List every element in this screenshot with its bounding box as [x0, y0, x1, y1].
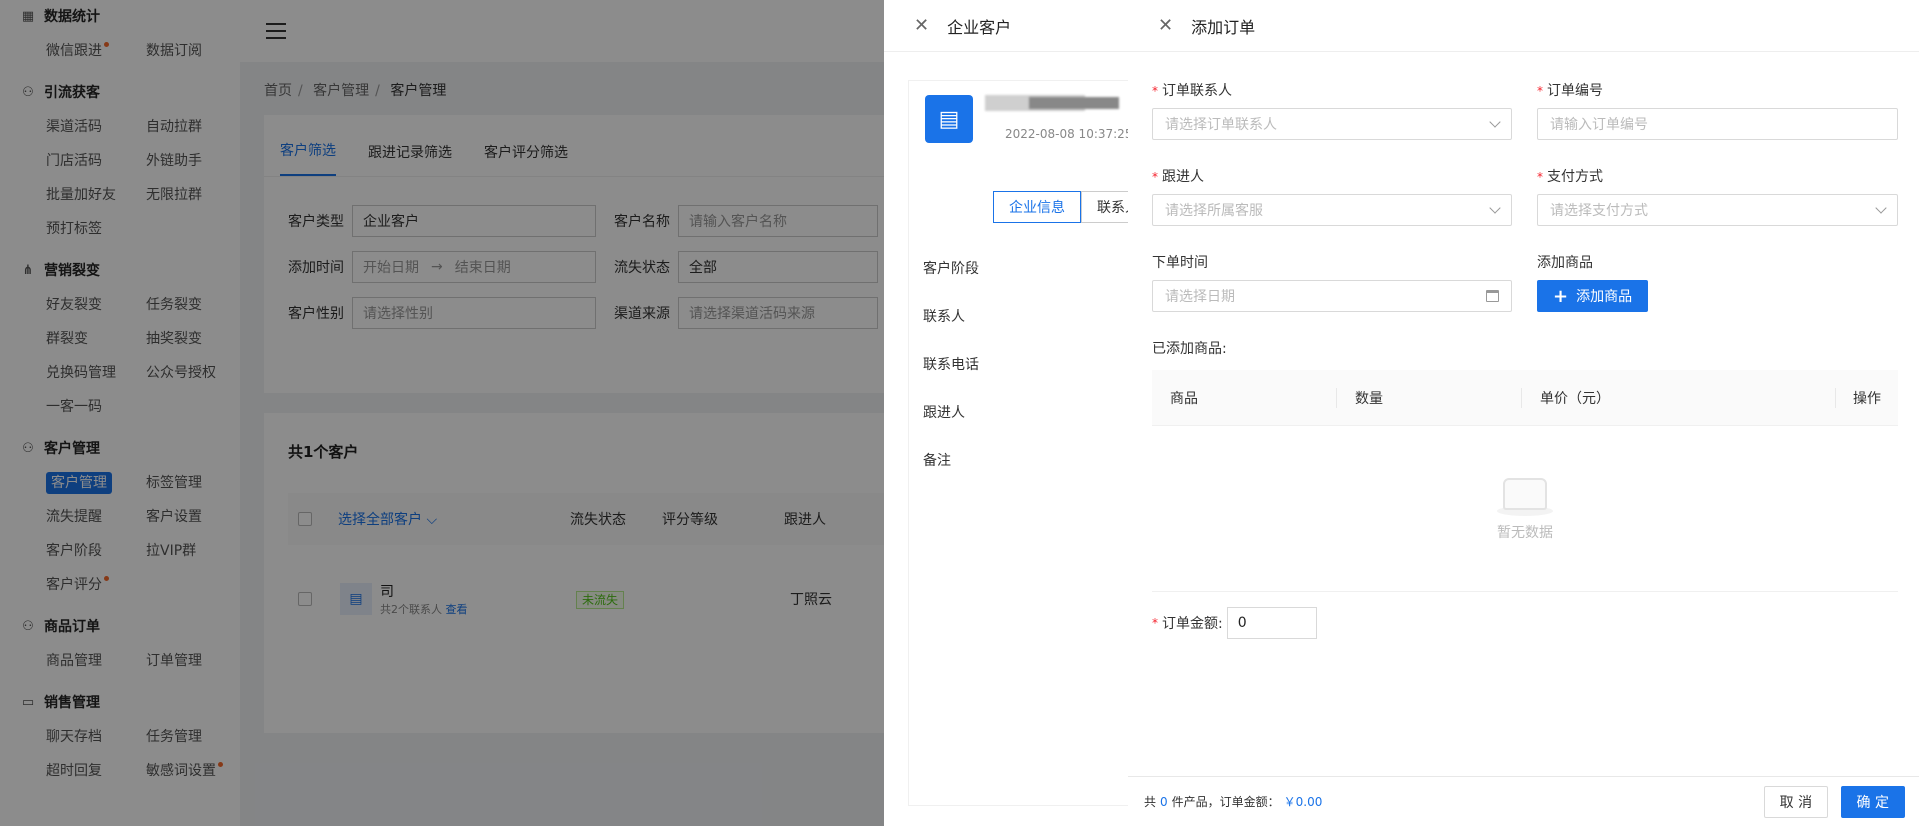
blurred-name-2 — [1029, 97, 1119, 109]
order-amount-row: * 订单金额: 0 — [1152, 607, 1317, 639]
order-summary: 共 0 件产品，订单金额： ￥0.00 — [1144, 795, 1323, 809]
calendar-icon — [1486, 290, 1499, 302]
order-amount-label: 订单金额: — [1162, 616, 1223, 632]
order-time-picker[interactable]: 请选择日期 — [1152, 280, 1512, 312]
field-follower: 跟进人 — [923, 405, 965, 421]
empty-inbox-icon — [1497, 476, 1553, 516]
tab-company-info[interactable]: 企业信息 — [993, 191, 1081, 223]
col-unit-price: 单价（元） — [1522, 387, 1836, 408]
confirm-button[interactable]: 确 定 — [1840, 785, 1905, 818]
order-contact-label: * 订单联系人 — [1152, 83, 1232, 99]
empty-text: 暂无数据 — [1497, 524, 1553, 541]
empty-state: 暂无数据 — [1152, 426, 1898, 592]
cancel-button[interactable]: 取 消 — [1763, 785, 1829, 818]
col-product: 商品 — [1152, 387, 1337, 408]
product-table-header: 商品 数量 单价（元） 操作 — [1152, 370, 1898, 426]
chevron-down-icon — [1875, 202, 1887, 214]
col-quantity: 数量 — [1337, 387, 1522, 408]
order-time-label: 下单时间 — [1152, 255, 1208, 271]
plus-icon: + — [1553, 285, 1569, 307]
chevron-down-icon — [1489, 116, 1501, 128]
payment-label: * 支付方式 — [1537, 169, 1603, 185]
chevron-down-icon — [1489, 202, 1501, 214]
field-stage: 客户阶段 — [923, 261, 979, 277]
product-count: 0 — [1160, 795, 1168, 809]
follower-label: * 跟进人 — [1152, 169, 1204, 185]
product-table: 商品 数量 单价（元） 操作 暂无数据 — [1152, 370, 1898, 592]
follower-select[interactable]: 请选择所属客服 — [1152, 194, 1512, 226]
col-action: 操作 — [1853, 390, 1881, 407]
order-no-label: * 订单编号 — [1537, 83, 1603, 99]
order-amount-input[interactable]: 0 — [1226, 607, 1317, 639]
payment-select[interactable]: 请选择支付方式 — [1537, 194, 1898, 226]
close-icon[interactable]: ✕ — [914, 15, 929, 36]
order-no-input[interactable]: 请输入订单编号 — [1537, 108, 1898, 140]
field-phone: 联系电话 — [923, 357, 979, 373]
order-contact-select[interactable]: 请选择订单联系人 — [1152, 108, 1512, 140]
order-total: ￥0.00 — [1283, 795, 1323, 809]
add-order-drawer: ✕ 添加订单 * 订单联系人 请选择订单联系人 * 订单编号 请输入订单编号 * 跟进… — [1128, 0, 1919, 826]
field-contact: 联系人 — [923, 309, 965, 325]
close-icon[interactable]: ✕ — [1158, 15, 1173, 36]
field-remark: 备注 — [923, 453, 951, 469]
drawer-footer: 共 0 件产品，订单金额： ￥0.00 取 消 确 定 — [1128, 776, 1919, 826]
added-products-label: 已添加商品: — [1152, 341, 1227, 357]
drawer-title: 添加订单 — [1191, 17, 1256, 37]
add-product-label: 添加商品 — [1537, 255, 1593, 271]
drawer-title: 企业客户 — [947, 17, 1012, 37]
add-product-button[interactable]: + 添加商品 — [1537, 280, 1649, 312]
company-avatar-icon: ▤ — [925, 95, 973, 143]
